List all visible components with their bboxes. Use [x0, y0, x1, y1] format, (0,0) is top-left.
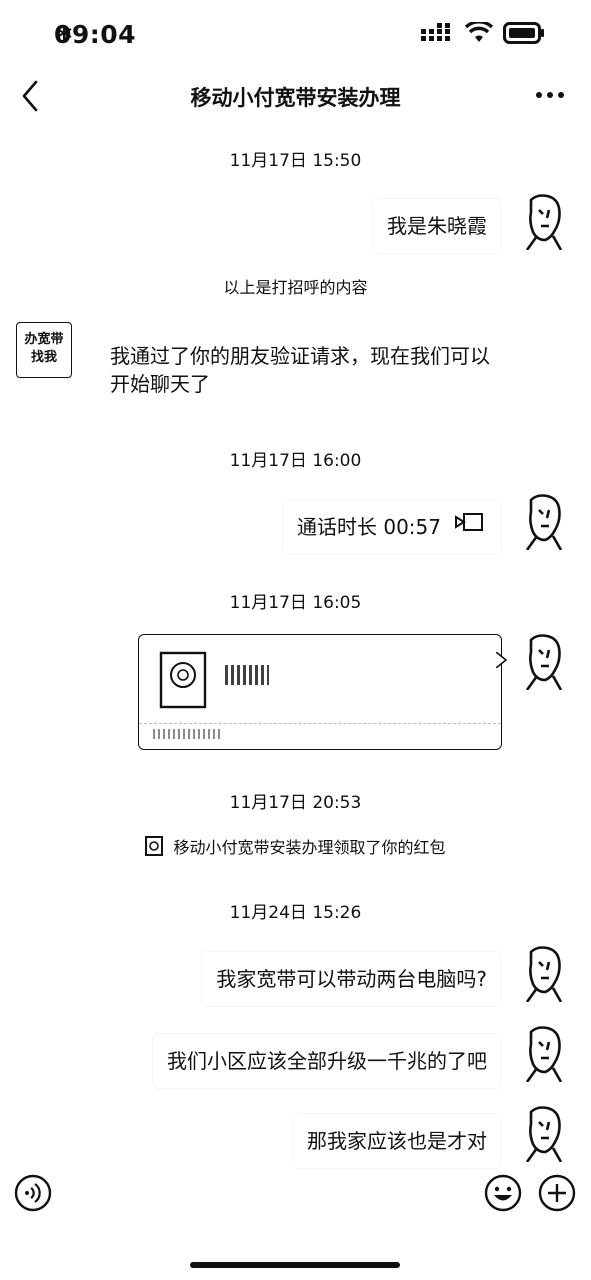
message-bubble-sent[interactable]: 我家宽带可以带动两台电脑吗?	[202, 952, 501, 1006]
signal-icon	[421, 23, 450, 41]
wifi-icon	[465, 22, 493, 42]
avatar-text: 办宽带 找我	[24, 332, 64, 365]
call-duration: 通话时长 00:57	[297, 515, 441, 539]
red-packet-card[interactable]	[138, 634, 502, 750]
avatar[interactable]	[517, 192, 569, 250]
avatar[interactable]: 办宽带 找我	[16, 322, 72, 378]
plus-icon[interactable]	[538, 1174, 576, 1212]
red-packet-icon	[159, 651, 207, 709]
avatar[interactable]	[517, 944, 569, 1002]
avatar[interactable]	[517, 632, 569, 690]
timestamp: 11月17日 16:00	[229, 451, 362, 471]
system-notice-text: 移动小付宽带安装办理领取了你的红包	[173, 838, 446, 857]
avatar[interactable]	[517, 1104, 569, 1162]
timestamp: 11月17日 20:53	[229, 793, 362, 813]
avatar[interactable]	[517, 492, 569, 550]
red-packet-title-blurred	[225, 665, 269, 685]
battery-icon	[503, 22, 544, 44]
home-indicator[interactable]	[190, 1262, 400, 1268]
red-packet-footer-blurred	[153, 729, 223, 739]
message-bubble-received[interactable]: 我通过了你的朋友验证请求，现在我们可以开始聊天了	[104, 336, 496, 404]
message-bubble-sent[interactable]: 我是朱晓霞	[373, 199, 501, 253]
page-title: 移动小付宽带安装办理	[190, 86, 401, 110]
system-notice-red-packet: 移动小付宽带安装办理领取了你的红包	[0, 834, 591, 858]
input-bar	[0, 1170, 591, 1220]
timestamp: 11月17日 16:05	[229, 593, 362, 613]
timestamp: 11月24日 15:26	[229, 903, 362, 923]
bubble-tail	[496, 652, 508, 668]
red-packet-small-icon	[145, 836, 164, 856]
message-bubble-sent[interactable]: 我们小区应该全部升级一千兆的了吧	[153, 1034, 501, 1088]
emoji-icon[interactable]	[484, 1174, 522, 1212]
message-bubble-sent[interactable]: 那我家应该也是才对	[293, 1114, 501, 1168]
snowflake-icon	[56, 25, 72, 41]
system-notice: 以上是打招呼的内容	[223, 278, 368, 297]
status-icons	[56, 22, 545, 44]
divider	[139, 723, 501, 724]
more-icon[interactable]	[535, 90, 565, 100]
voice-icon[interactable]	[14, 1174, 52, 1212]
avatar[interactable]	[517, 1024, 569, 1082]
timestamp: 11月17日 15:50	[229, 151, 362, 171]
video-call-icon	[455, 513, 483, 531]
